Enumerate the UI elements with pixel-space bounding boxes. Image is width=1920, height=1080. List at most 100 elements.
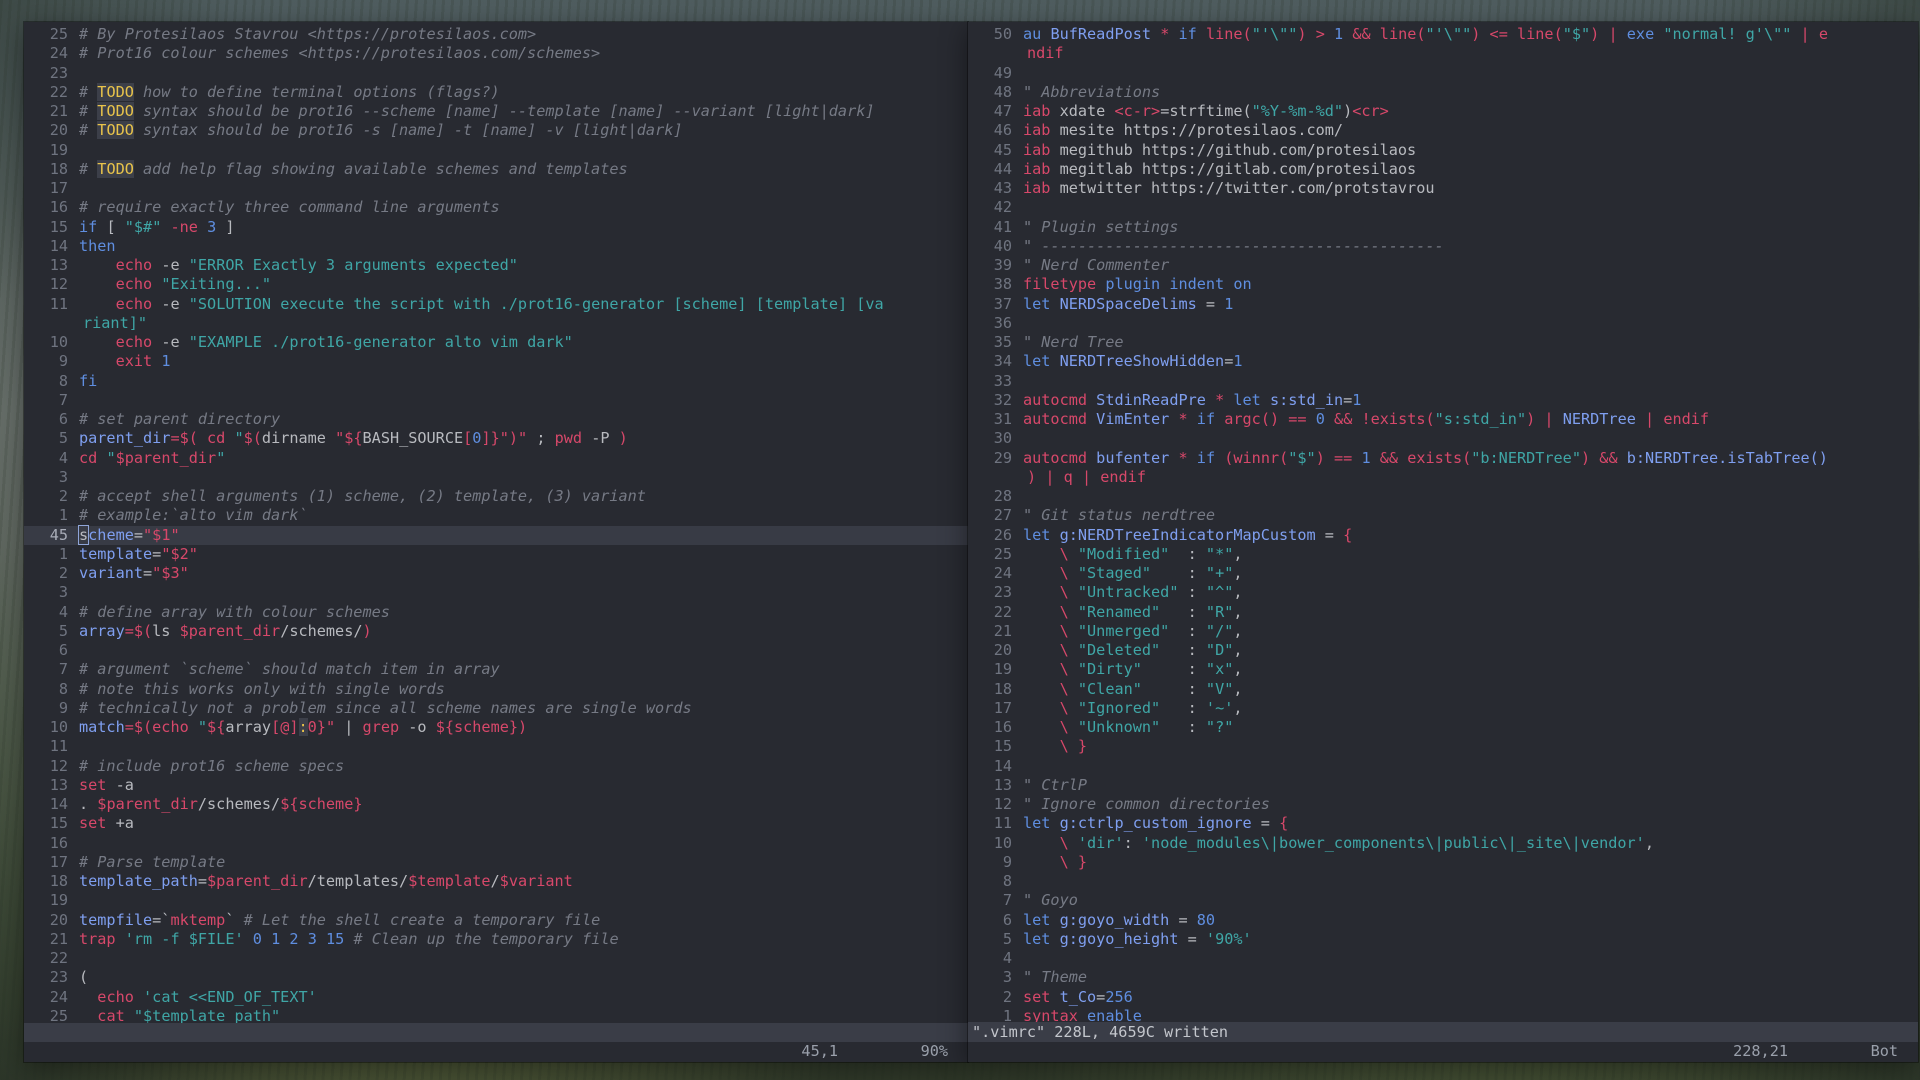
code-line[interactable]: 21 trap 'rm -f $FILE' 0 1 2 3 15 # Clean … xyxy=(24,930,968,949)
code-line[interactable]: 45 iab megithub https://github.com/protes… xyxy=(968,141,1918,160)
code-line[interactable]: 2 variant="$3" xyxy=(24,564,968,583)
code-line[interactable]: 6 # set parent directory xyxy=(24,410,968,429)
code-line[interactable]: 3 xyxy=(24,583,968,602)
code-line[interactable]: 1 template="$2" xyxy=(24,545,968,564)
code-line[interactable]: 18 # TODO add help flag showing available… xyxy=(24,159,968,179)
code-line[interactable]: 22 xyxy=(24,949,968,968)
code-line[interactable]: 42 xyxy=(968,198,1918,217)
code-line[interactable]: 33 xyxy=(968,372,1918,391)
code-line[interactable]: 29 autocmd bufenter * if (winnr("$") == 1… xyxy=(968,449,1918,468)
code-line[interactable]: 48 " Abbreviations xyxy=(968,83,1918,102)
code-line[interactable]: 9 # technically not a problem since all s… xyxy=(24,699,968,718)
code-line[interactable]: 8 xyxy=(968,872,1918,891)
code-line[interactable]: 40 " ------------------------------------… xyxy=(968,237,1918,256)
code-line[interactable]: 22 # TODO how to define terminal options … xyxy=(24,82,968,102)
code-line[interactable]: 4 cd "$parent_dir" xyxy=(24,449,968,468)
code-line[interactable]: 46 iab mesite https://protesilaos.com/ xyxy=(968,121,1918,140)
code-line[interactable]: 15 \ } xyxy=(968,737,1918,756)
code-line[interactable]: 39 " Nerd Commenter xyxy=(968,256,1918,275)
code-line[interactable]: 49 xyxy=(968,64,1918,83)
code-line[interactable]: 14 . $parent_dir/schemes/${scheme} xyxy=(24,795,968,814)
code-line[interactable]: 24 # Prot16 colour schemes <https://prote… xyxy=(24,44,968,63)
code-line[interactable]: 15 if [ "$#" -ne 3 ] xyxy=(24,218,968,237)
code-line[interactable]: 6 xyxy=(24,641,968,660)
code-line[interactable]: 1 # example:`alto vim dark` xyxy=(24,506,968,525)
code-line[interactable]: 5 let g:goyo_height = '90%' xyxy=(968,930,1918,949)
code-line[interactable]: 11 let g:ctrlp_custom_ignore = { xyxy=(968,814,1918,833)
code-line[interactable]: 16 \ "Unknown" : "?" xyxy=(968,718,1918,737)
code-line-wrapped[interactable]: riant]" xyxy=(24,314,968,333)
code-line[interactable]: 12 " Ignore common directories xyxy=(968,795,1918,814)
code-line[interactable]: 41 " Plugin settings xyxy=(968,218,1918,237)
code-line[interactable]: 20 tempfile=`mktemp` # Let the shell crea… xyxy=(24,911,968,930)
code-line[interactable]: 21 \ "Unmerged" : "/", xyxy=(968,622,1918,641)
code-line[interactable]: 19 xyxy=(24,141,968,160)
code-line[interactable]: 16 # require exactly three command line a… xyxy=(24,198,968,217)
code-line[interactable]: 13 set -a xyxy=(24,776,968,795)
code-line[interactable]: 11 echo -e "SOLUTION execute the script … xyxy=(24,295,968,314)
code-line[interactable]: 25 # By Protesilaos Stavrou <https://prot… xyxy=(24,25,968,44)
code-line[interactable]: 31 autocmd VimEnter * if argc() == 0 && !… xyxy=(968,410,1918,429)
code-line-wrapped[interactable]: ) | q | endif xyxy=(968,468,1918,487)
code-line[interactable]: 34 let NERDTreeShowHidden=1 xyxy=(968,352,1918,371)
code-line[interactable]: 10 match=$(echo "${array[@]:0}" | grep -o… xyxy=(24,718,968,737)
code-line[interactable]: 26 let g:NERDTreeIndicatorMapCustom = { xyxy=(968,526,1918,545)
code-line[interactable]: 16 xyxy=(24,834,968,853)
code-line[interactable]: 44 iab megitlab https://gitlab.com/protes… xyxy=(968,160,1918,179)
code-line[interactable]: 24 \ "Staged" : "+", xyxy=(968,564,1918,583)
code-line[interactable]: 23 \ "Untracked" : "^", xyxy=(968,583,1918,602)
code-line[interactable]: 27 " Git status nerdtree xyxy=(968,506,1918,525)
code-line[interactable]: 50 au BufReadPost * if line("'\"") > 1 &&… xyxy=(968,25,1918,44)
code-line[interactable]: 14 xyxy=(968,757,1918,776)
code-line-wrapped[interactable]: ndif xyxy=(968,44,1918,63)
code-line[interactable]: 43 iab metwitter https://twitter.com/prot… xyxy=(968,179,1918,198)
code-line[interactable]: 5 parent_dir=$( cd "$(dirname "${BASH_SOU… xyxy=(24,429,968,448)
code-line[interactable]: 10 \ 'dir': 'node_modules\|bower_compone… xyxy=(968,834,1918,853)
code-line[interactable]: 7 xyxy=(24,391,968,410)
code-line[interactable]: 7 # argument `scheme` should match item i… xyxy=(24,660,968,679)
code-line[interactable]: 15 set +a xyxy=(24,814,968,833)
code-line[interactable]: 13 echo -e "ERROR Exactly 3 arguments ex… xyxy=(24,256,968,275)
code-line[interactable]: 6 let g:goyo_width = 80 xyxy=(968,911,1918,930)
code-line[interactable]: 17 # Parse template xyxy=(24,853,968,872)
code-line[interactable]: 12 # include prot16 scheme specs xyxy=(24,757,968,776)
code-line[interactable]: 13 " CtrlP xyxy=(968,776,1918,795)
code-line[interactable]: 20 # TODO syntax should be prot16 -s [nam… xyxy=(24,121,968,140)
code-line[interactable]: 19 \ "Dirty" : "x", xyxy=(968,660,1918,679)
code-line[interactable]: 23 ( xyxy=(24,968,968,987)
code-line[interactable]: 19 xyxy=(24,891,968,910)
vim-window-left[interactable]: 25 # By Protesilaos Stavrou <https://prot… xyxy=(24,22,968,1062)
code-line[interactable]: 24 echo 'cat <<END_OF_TEXT' xyxy=(24,988,968,1007)
code-line[interactable]: 10 echo -e "EXAMPLE ./prot16-generator a… xyxy=(24,333,968,352)
code-line[interactable]: 37 let NERDSpaceDelims = 1 xyxy=(968,295,1918,314)
code-line[interactable]: 9 \ } xyxy=(968,853,1918,872)
code-line[interactable]: 17 \ "Ignored" : '~', xyxy=(968,699,1918,718)
code-line[interactable]: 3 xyxy=(24,468,968,487)
code-line[interactable]: 25 \ "Modified" : "*", xyxy=(968,545,1918,564)
code-line[interactable]: 2 # accept shell arguments (1) scheme, (2… xyxy=(24,487,968,506)
code-line[interactable]: 5 array=$(ls $parent_dir/schemes/) xyxy=(24,622,968,641)
code-line[interactable]: 36 xyxy=(968,314,1918,333)
code-line[interactable]: 38 filetype plugin indent on xyxy=(968,275,1918,294)
code-line[interactable]: 7 " Goyo xyxy=(968,891,1918,910)
code-line[interactable]: 12 echo "Exiting..." xyxy=(24,275,968,294)
code-line[interactable]: 35 " Nerd Tree xyxy=(968,333,1918,352)
vim-window-right[interactable]: 50 au BufReadPost * if line("'\"") > 1 &&… xyxy=(968,22,1918,1062)
vim-buffer-left[interactable]: 25 # By Protesilaos Stavrou <https://prot… xyxy=(24,22,968,1045)
code-line[interactable]: 45 scheme="$1" xyxy=(24,524,968,545)
code-line[interactable]: 18 template_path=$parent_dir/templates/$t… xyxy=(24,872,968,891)
code-line[interactable]: 17 xyxy=(24,179,968,198)
code-line[interactable]: 28 xyxy=(968,487,1918,506)
code-line[interactable]: 14 then xyxy=(24,237,968,256)
code-line[interactable]: 4 xyxy=(968,949,1918,968)
code-line[interactable]: 4 # define array with colour schemes xyxy=(24,603,968,622)
code-line[interactable]: 22 \ "Renamed" : "R", xyxy=(968,603,1918,622)
code-line[interactable]: 47 iab xdate <c-r>=strftime("%Y-%m-%d")<c… xyxy=(968,102,1918,121)
vim-buffer-right[interactable]: 50 au BufReadPost * if line("'\"") > 1 &&… xyxy=(968,22,1918,1046)
code-line[interactable]: 8 fi xyxy=(24,372,968,391)
code-line[interactable]: 3 " Theme xyxy=(968,968,1918,987)
code-line[interactable]: 2 set t_Co=256 xyxy=(968,988,1918,1007)
code-line[interactable]: 8 # note this works only with single word… xyxy=(24,680,968,699)
code-line[interactable]: 32 autocmd StdinReadPre * let s:std_in=1 xyxy=(968,391,1918,410)
code-line[interactable]: 9 exit 1 xyxy=(24,352,968,371)
